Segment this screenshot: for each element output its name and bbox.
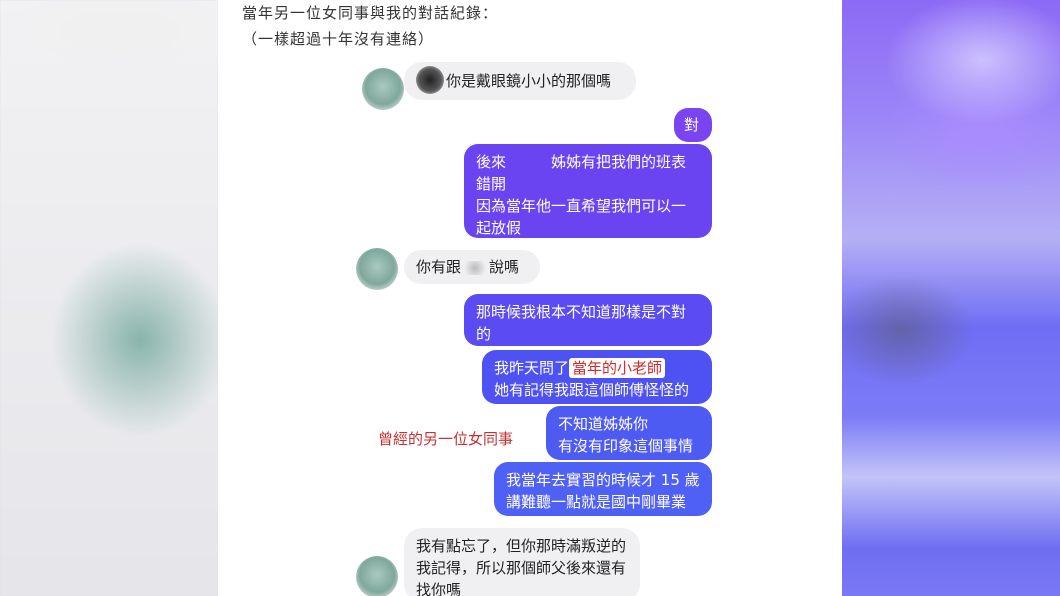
message-text: 她有記得我跟這個師傅怪怪的 [494,381,690,399]
avatar [356,556,398,596]
chat-screenshot: 當年另一位女同事與我的對話紀錄： （一樣超過十年沒有連絡） 你是戴眼鏡小小的那個… [218,0,842,596]
message-incoming: 你是戴眼鏡小小的那個嗎 [404,62,636,100]
message-text: 說嗎 [489,258,520,276]
highlighted-text: 當年的小老師 [569,358,666,378]
message-outgoing: 後來 姊姊有把我們的班表 錯開 因為當年他一直希望我們可以一 起放假 [464,144,712,238]
censor-smudge [416,66,444,94]
message-line: 我昨天問了 當年的小老師 [494,357,700,379]
message-outgoing: 對 [674,108,712,142]
blurred-right-panel [842,0,1060,596]
message-outgoing: 那時候我根本不知道那樣是不對 的 [464,294,712,346]
censor-smudge [461,260,490,275]
annotation-label: 曾經的另一位女同事 [378,430,514,448]
message-incoming: 你有跟 說嗎 [404,250,540,284]
caption-subtitle: （一樣超過十年沒有連絡） [242,30,435,48]
blurred-left-panel [0,0,218,596]
avatar [362,68,404,110]
message-outgoing: 不知道姊姊你 有沒有印象這個事情 [546,406,712,460]
avatar [356,248,398,290]
message-incoming: 我有點忘了，但你那時滿叛逆的 我記得，所以那個師父後來還有 找你嗎 [404,528,640,596]
message-outgoing: 我昨天問了 當年的小老師 她有記得我跟這個師傅怪怪的 [482,350,712,404]
message-text: 我昨天問了 [494,359,570,377]
caption-title: 當年另一位女同事與我的對話紀錄： [242,4,499,22]
message-text: 你有跟 [416,258,462,276]
message-text: 你是戴眼鏡小小的那個嗎 [446,72,612,90]
message-outgoing: 我當年去實習的時候才 15 歲 講難聽一點就是國中剛畢業 [494,462,712,516]
